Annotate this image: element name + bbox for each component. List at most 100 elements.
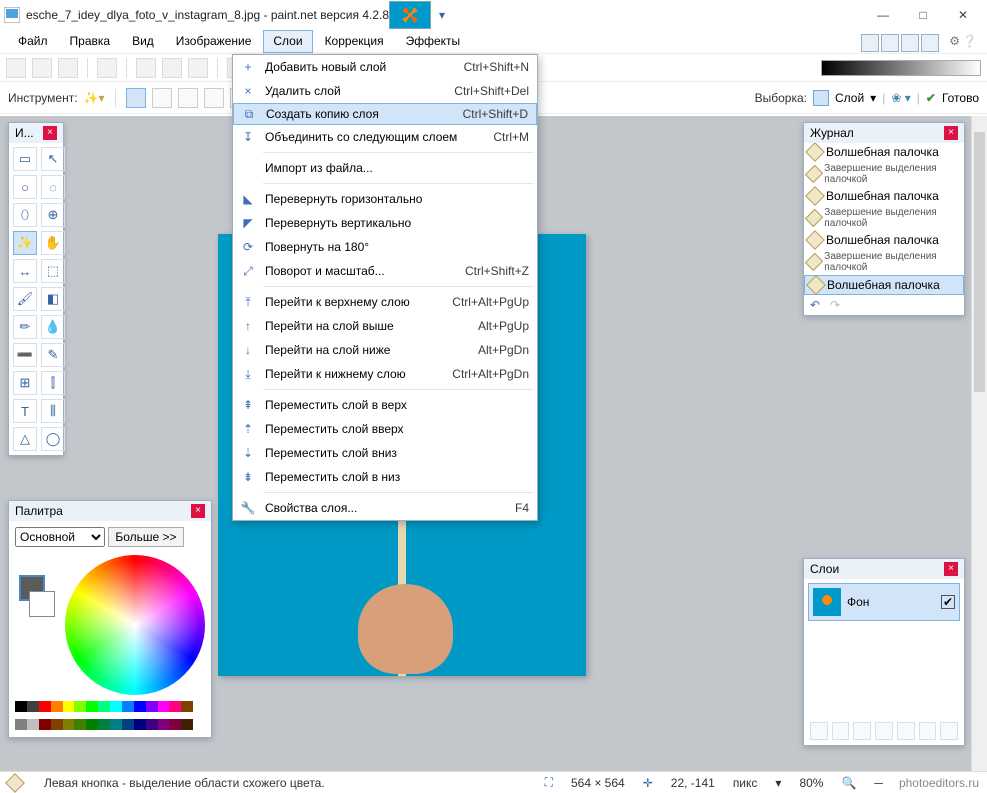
palette-swatch[interactable] (110, 719, 122, 730)
tool-button[interactable]: △ (13, 427, 37, 451)
palette-swatch[interactable] (169, 719, 181, 730)
menu-изображение[interactable]: Изображение (166, 30, 262, 53)
palette-swatch[interactable] (158, 701, 170, 712)
selmode-sub-icon[interactable] (178, 88, 198, 108)
tool-button[interactable]: ✋ (41, 231, 65, 255)
history-item[interactable]: Завершение выделения палочкой (804, 161, 964, 187)
sampling-layer-label[interactable]: Слой (835, 91, 864, 105)
history-item[interactable]: Волшебная палочка (804, 231, 964, 249)
tool-button[interactable]: ⬚ (41, 259, 65, 283)
tools-panel-close[interactable]: × (43, 126, 57, 140)
menu-item[interactable]: ⟳Повернуть на 180° (233, 235, 537, 259)
sampling-layer-icon[interactable] (813, 90, 829, 106)
tool-button[interactable]: ⬯ (13, 203, 37, 227)
palette-swatch[interactable] (122, 701, 134, 712)
menu-item[interactable]: ×Удалить слойCtrl+Shift+Del (233, 79, 537, 103)
tool-button[interactable]: ✎ (41, 343, 65, 367)
redo-icon[interactable]: ↷ (830, 298, 840, 312)
palette-swatch[interactable] (98, 719, 110, 730)
thumbnail-more-icon[interactable]: ▾ (439, 8, 445, 22)
palette-swatch[interactable] (181, 701, 193, 712)
layer-del-icon[interactable] (832, 722, 850, 740)
save-icon[interactable] (58, 58, 78, 78)
menu-item[interactable]: ⇣Переместить слой вниз (233, 441, 537, 465)
secondary-color-swatch[interactable] (29, 591, 55, 617)
color-mode-select[interactable]: Основной (15, 527, 105, 547)
menu-item[interactable]: Импорт из файла... (233, 156, 537, 180)
tools-toggle-icon[interactable] (861, 34, 879, 52)
palette-swatch[interactable] (15, 701, 27, 712)
tool-button[interactable]: ⊕ (41, 203, 65, 227)
flood-mode-icon[interactable]: ❀ ▾ (891, 91, 910, 105)
palette-swatch[interactable] (110, 701, 122, 712)
palette-swatch[interactable] (39, 719, 51, 730)
help-icon[interactable]: ❔ (962, 34, 977, 52)
layer-merge-icon[interactable] (875, 722, 893, 740)
history-panel-close[interactable]: × (944, 126, 958, 140)
palette-swatch[interactable] (15, 719, 27, 730)
layer-add-icon[interactable] (810, 722, 828, 740)
layers-panel-close[interactable]: × (944, 562, 958, 576)
palette-swatch[interactable] (86, 701, 98, 712)
tool-button[interactable]: ◧ (41, 287, 65, 311)
palette-swatch[interactable] (86, 719, 98, 730)
palette-swatch[interactable] (134, 701, 146, 712)
menu-item[interactable]: ⇞Переместить слой в верх (233, 393, 537, 417)
tool-button[interactable]: ✨ (13, 231, 37, 255)
tool-button[interactable]: ⫼ (41, 399, 65, 423)
zoom-out-icon[interactable]: 🔍 (841, 776, 856, 790)
cut-icon[interactable] (136, 58, 156, 78)
undo-icon[interactable]: ↶ (810, 298, 820, 312)
menu-правка[interactable]: Правка (60, 30, 121, 53)
palette-swatch[interactable] (27, 719, 39, 730)
palette-swatch[interactable] (74, 701, 86, 712)
menu-item[interactable]: ⧉Создать копию слояCtrl+Shift+D (233, 103, 537, 125)
layers-toggle-icon[interactable] (901, 34, 919, 52)
menu-item[interactable]: ◤Перевернуть вертикально (233, 211, 537, 235)
history-item[interactable]: Завершение выделения палочкой (804, 205, 964, 231)
colors-toggle-icon[interactable] (921, 34, 939, 52)
tool-button[interactable]: ◯ (41, 427, 65, 451)
paste-icon[interactable] (188, 58, 208, 78)
units-arrow[interactable]: ▾ (775, 776, 781, 790)
selmode-replace-icon[interactable] (126, 88, 146, 108)
layer-row[interactable]: Фон ✔ (808, 583, 960, 621)
colors-more-button[interactable]: Больше >> (108, 527, 183, 547)
tool-button[interactable]: ↖ (41, 147, 65, 171)
menu-item[interactable]: ⇟Переместить слой в низ (233, 465, 537, 489)
menu-item[interactable]: ↑Перейти на слой вышеAlt+PgUp (233, 314, 537, 338)
menu-эффекты[interactable]: Эффекты (396, 30, 471, 53)
menu-файл[interactable]: Файл (8, 30, 58, 53)
palette-swatch[interactable] (158, 719, 170, 730)
menu-item[interactable]: ⤢Поворот и масштаб...Ctrl+Shift+Z (233, 259, 537, 283)
palette-swatch[interactable] (51, 701, 63, 712)
tool-button[interactable]: ◌ (41, 175, 65, 199)
tool-button[interactable]: ➖ (13, 343, 37, 367)
palette-swatch[interactable] (134, 719, 146, 730)
palette-swatch[interactable] (39, 701, 51, 712)
menu-item[interactable]: ↧Объединить со следующим слоемCtrl+M (233, 125, 537, 149)
selmode-add-icon[interactable] (152, 88, 172, 108)
tool-button[interactable]: ↔ (13, 259, 37, 283)
history-item[interactable]: Волшебная палочка (804, 143, 964, 161)
sampling-dropdown-arrow[interactable]: ▾ (870, 91, 876, 105)
menu-item[interactable]: ⤒Перейти к верхнему слоюCtrl+Alt+PgUp (233, 290, 537, 314)
history-toggle-icon[interactable] (881, 34, 899, 52)
color-wheel[interactable] (65, 555, 205, 695)
palette-swatch[interactable] (98, 701, 110, 712)
maximize-button[interactable]: □ (903, 3, 943, 27)
palette-swatch[interactable] (63, 701, 75, 712)
menu-item[interactable]: ⤓Перейти к нижнему слоюCtrl+Alt+PgDn (233, 362, 537, 386)
history-item[interactable]: Волшебная палочка (804, 187, 964, 205)
layer-up-icon[interactable] (897, 722, 915, 740)
copy-icon[interactable] (162, 58, 182, 78)
commit-label[interactable]: Готово (942, 91, 979, 105)
palette-swatch[interactable] (181, 719, 193, 730)
menu-item[interactable]: ◣Перевернуть горизонтально (233, 187, 537, 211)
tool-button[interactable]: 💧 (41, 315, 65, 339)
commit-check-icon[interactable]: ✔ (926, 91, 936, 105)
palette-swatch[interactable] (146, 701, 158, 712)
layer-dup-icon[interactable] (853, 722, 871, 740)
palette-swatch[interactable] (27, 701, 39, 712)
tool-button[interactable]: T (13, 399, 37, 423)
